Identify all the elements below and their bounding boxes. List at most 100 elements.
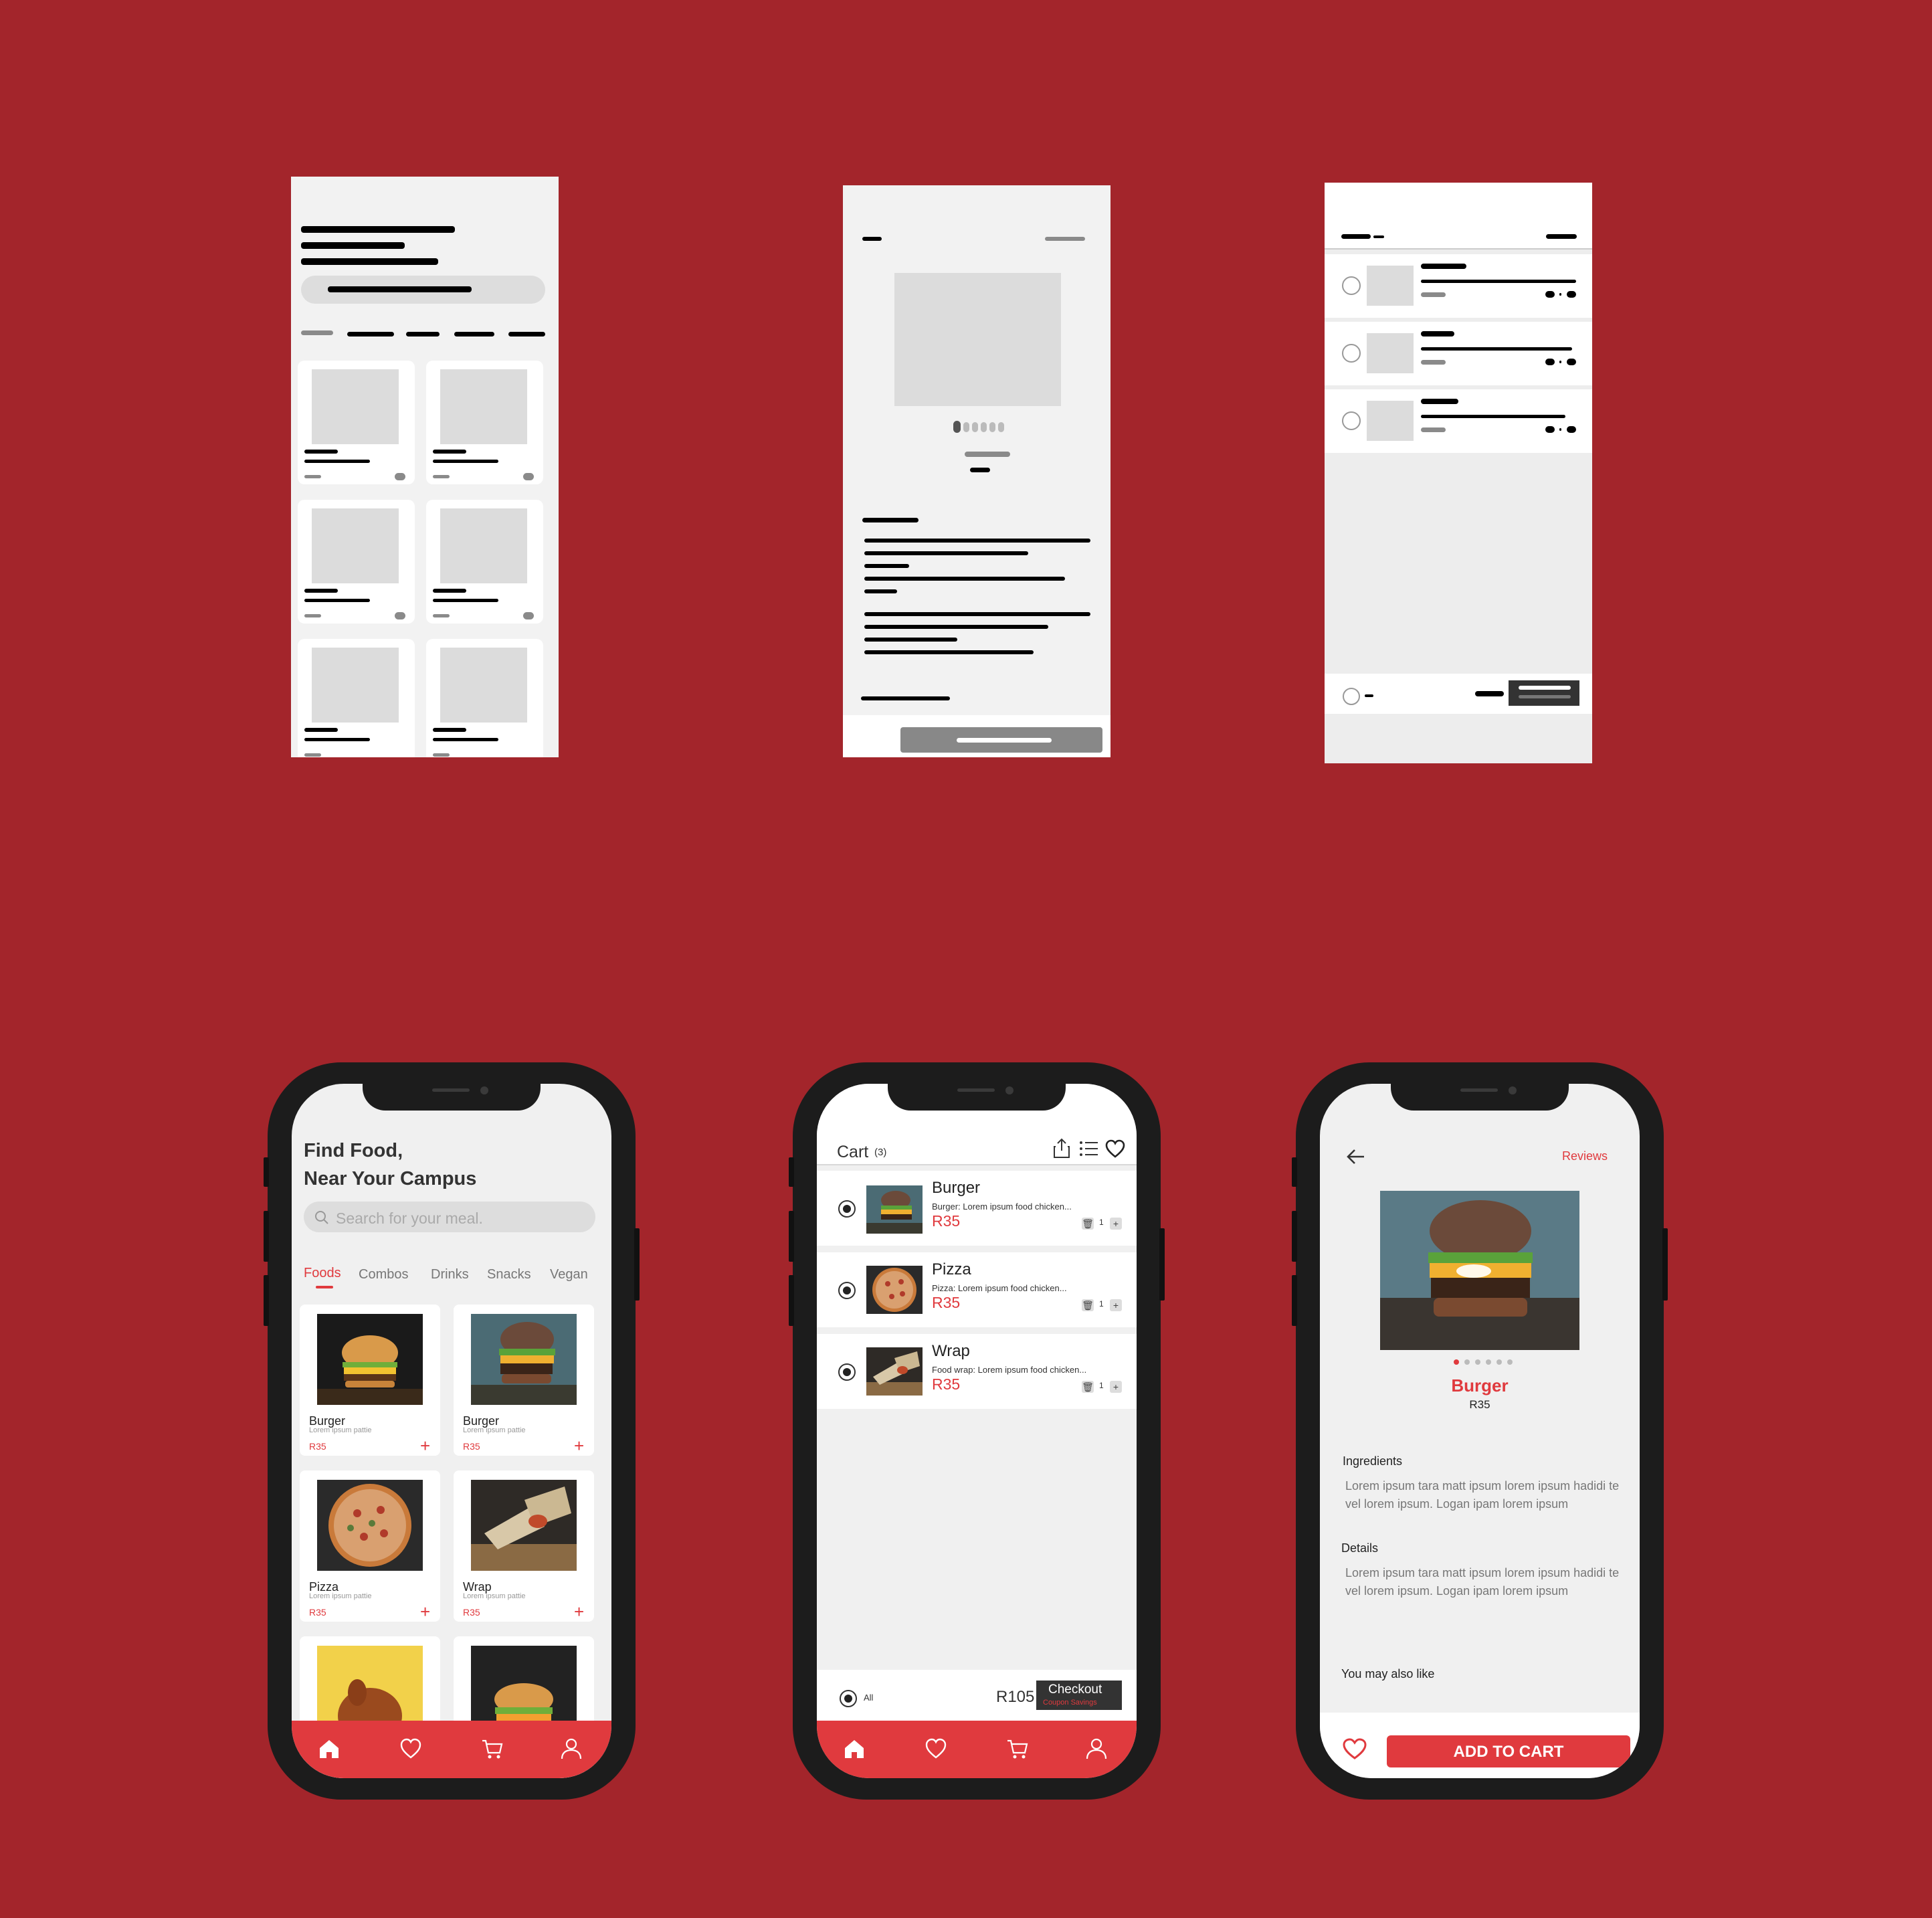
item-qty: 1 (1099, 1218, 1104, 1227)
cart-total: R105 (996, 1688, 1035, 1706)
notch (888, 1084, 1066, 1111)
tab-drinks[interactable]: Drinks (431, 1267, 469, 1282)
trash-icon[interactable]: 🗑 (1082, 1218, 1094, 1230)
add-to-cart-button[interactable]: ADD TO CART (1387, 1735, 1630, 1767)
share-icon[interactable] (1052, 1137, 1071, 1159)
carousel-dots (1320, 1359, 1640, 1366)
trash-icon[interactable]: 🗑 (1082, 1381, 1094, 1393)
cart-item[interactable]: Burger Burger: Lorem ipsum food chicken.… (817, 1171, 1137, 1246)
product-name: Burger (1451, 1375, 1509, 1396)
tab-snacks[interactable]: Snacks (487, 1267, 531, 1282)
details-heading: Details (1341, 1541, 1379, 1555)
tab-foods[interactable]: Foods (304, 1266, 341, 1281)
heart-icon[interactable] (924, 1737, 948, 1761)
add-button[interactable]: + (574, 1602, 584, 1622)
home-icon[interactable] (317, 1737, 341, 1761)
bottom-nav (817, 1721, 1137, 1778)
pizza-image (866, 1266, 923, 1314)
home-icon[interactable] (842, 1737, 866, 1761)
page-subtitle: Near Your Campus (304, 1168, 477, 1189)
item-desc: Food wrap: Lorem ipsum food chicken... (932, 1365, 1087, 1375)
item-name: Burger (932, 1179, 981, 1197)
checkout-label: Checkout (1048, 1683, 1102, 1697)
ingredients-heading: Ingredients (1343, 1454, 1403, 1468)
tab-combos[interactable]: Combos (359, 1267, 408, 1282)
cart-count: (3) (874, 1147, 887, 1158)
food-card[interactable]: Pizza Lorem ipsum pattie R35 + (300, 1470, 440, 1622)
list-icon[interactable] (1079, 1140, 1099, 1157)
carousel-dot-active[interactable] (1454, 1359, 1459, 1365)
wireframe-cart (1325, 183, 1592, 763)
bottom-nav (292, 1721, 611, 1778)
cart-item[interactable]: Pizza Pizza: Lorem ipsum food chicken...… (817, 1252, 1137, 1327)
phone-home: Find Food, Near Your Campus Search for y… (264, 1062, 640, 1800)
item-name: Wrap (932, 1342, 970, 1360)
heart-icon[interactable] (1341, 1737, 1368, 1761)
detail-screen: Reviews Burger R35 Ingredients Lorem ips… (1320, 1084, 1640, 1778)
burger-image (471, 1314, 577, 1405)
heart-icon[interactable] (1104, 1139, 1126, 1159)
carousel-dot[interactable] (1496, 1359, 1502, 1365)
food-price: R35 (463, 1607, 480, 1618)
carousel-dot[interactable] (1464, 1359, 1470, 1365)
reviews-link[interactable]: Reviews (1562, 1149, 1608, 1163)
search-icon (315, 1211, 328, 1224)
active-tab-indicator (316, 1286, 333, 1288)
heart-icon[interactable] (399, 1737, 423, 1761)
food-desc: Lorem ipsum pattie (463, 1426, 526, 1434)
item-qty: 1 (1099, 1381, 1104, 1390)
item-select-radio[interactable] (838, 1282, 856, 1299)
cart-screen: Cart (3) Burger Burger: Lorem ipsum food… (817, 1084, 1137, 1778)
coupon-label: Coupon Savings (1043, 1699, 1097, 1707)
item-desc: Burger: Lorem ipsum food chicken... (932, 1202, 1072, 1212)
plus-icon[interactable]: + (1110, 1381, 1122, 1393)
food-price: R35 (463, 1441, 480, 1452)
trash-icon[interactable]: 🗑 (1082, 1299, 1094, 1311)
food-desc: Lorem ipsum pattie (309, 1592, 372, 1600)
wrap-image (471, 1480, 577, 1571)
search-input[interactable]: Search for your meal. (304, 1202, 595, 1232)
wireframe-home (291, 177, 559, 757)
carousel-dot[interactable] (1475, 1359, 1480, 1365)
cart-icon[interactable] (480, 1737, 504, 1761)
cart-item[interactable]: Wrap Food wrap: Lorem ipsum food chicken… (817, 1334, 1137, 1409)
item-price: R35 (932, 1212, 961, 1230)
food-price: R35 (309, 1607, 326, 1618)
plus-icon[interactable]: + (1110, 1218, 1122, 1230)
ingredients-text: Lorem ipsum tara matt ipsum lorem ipsum … (1345, 1479, 1620, 1511)
cart-icon[interactable] (1005, 1737, 1030, 1761)
page-title: Find Food, (304, 1140, 403, 1161)
food-card[interactable]: Burger Lorem ipsum pattie R35 + (454, 1305, 594, 1456)
food-card[interactable]: Wrap Lorem ipsum pattie R35 + (454, 1470, 594, 1622)
food-desc: Lorem ipsum pattie (463, 1592, 526, 1600)
also-like-heading: You may also like (1341, 1667, 1435, 1681)
item-qty: 1 (1099, 1299, 1104, 1309)
notch (1391, 1084, 1569, 1111)
burger-image (317, 1314, 423, 1405)
user-icon[interactable] (1084, 1737, 1108, 1761)
home-screen: Find Food, Near Your Campus Search for y… (292, 1084, 611, 1778)
add-button[interactable]: + (574, 1436, 584, 1456)
plus-icon[interactable]: + (1110, 1299, 1122, 1311)
item-select-radio[interactable] (838, 1363, 856, 1381)
burger-image (866, 1185, 923, 1234)
product-price: R35 (1469, 1398, 1490, 1411)
tab-vegan[interactable]: Vegan (550, 1267, 588, 1282)
user-icon[interactable] (559, 1737, 583, 1761)
checkout-button[interactable]: Checkout Coupon Savings (1036, 1681, 1122, 1710)
item-name: Pizza (932, 1260, 971, 1278)
details-text: Lorem ipsum tara matt ipsum lorem ipsum … (1345, 1566, 1620, 1598)
notch (363, 1084, 541, 1111)
back-arrow-icon[interactable] (1345, 1148, 1365, 1165)
select-all-radio[interactable] (840, 1690, 857, 1707)
add-to-cart-label: ADD TO CART (1453, 1743, 1564, 1761)
carousel-dot[interactable] (1486, 1359, 1491, 1365)
food-card[interactable]: Burger Lorem ipsum pattie R35 + (300, 1305, 440, 1456)
food-price: R35 (309, 1441, 326, 1452)
select-all-label: All (864, 1693, 874, 1703)
add-button[interactable]: + (420, 1602, 430, 1622)
add-button[interactable]: + (420, 1436, 430, 1456)
carousel-dot[interactable] (1507, 1359, 1513, 1365)
wireframe-detail (843, 185, 1110, 757)
item-select-radio[interactable] (838, 1200, 856, 1218)
